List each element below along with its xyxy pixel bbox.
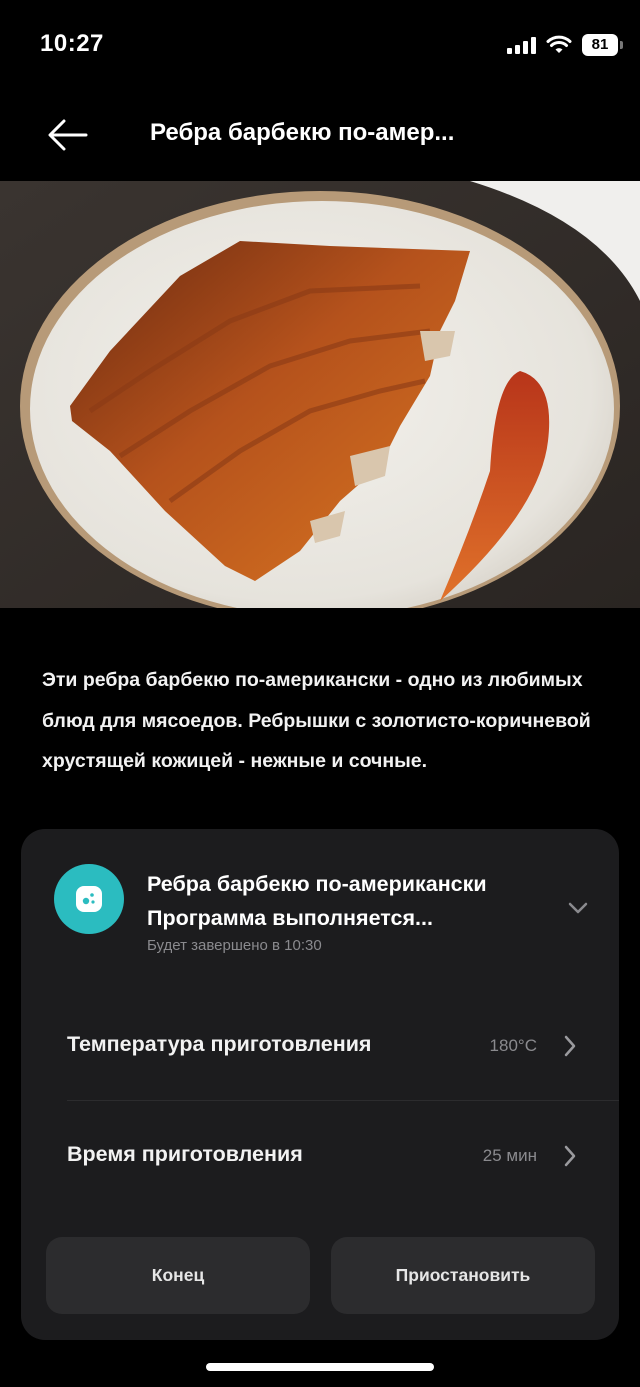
signal-icon <box>507 36 536 54</box>
setting-time[interactable]: Время приготовления 25 мин <box>21 1117 619 1197</box>
chevron-down-icon[interactable] <box>567 901 589 915</box>
program-header: Ребра барбекю по-американски Программа в… <box>147 867 487 935</box>
program-card: Ребра барбекю по-американски Программа в… <box>21 829 619 1340</box>
program-name: Ребра барбекю по-американски <box>147 872 487 896</box>
status-icons: 81 <box>507 34 623 56</box>
cooker-icon <box>54 864 124 934</box>
page-title: Ребра барбекю по-амер... <box>150 119 455 146</box>
top-nav: Ребра барбекю по-амер... <box>0 95 640 175</box>
status-bar: 10:27 81 <box>0 0 640 90</box>
recipe-description: Эти ребра барбекю по-американски - одно … <box>42 669 591 772</box>
setting-label: Время приготовления <box>67 1142 303 1166</box>
end-button[interactable]: Конец <box>46 1237 310 1314</box>
setting-temperature[interactable]: Температура приготовления 180°C <box>21 1007 619 1087</box>
program-status: Программа выполняется... <box>147 906 433 930</box>
wifi-icon <box>546 35 572 53</box>
status-time: 10:27 <box>40 30 104 57</box>
program-eta: Будет завершено в 10:30 <box>147 937 322 954</box>
setting-value: 180°C <box>489 1036 537 1055</box>
home-indicator[interactable] <box>206 1363 434 1371</box>
setting-label: Температура приготовления <box>67 1032 372 1056</box>
pause-button[interactable]: Приостановить <box>331 1237 595 1314</box>
setting-value: 25 мин <box>482 1146 537 1165</box>
battery-icon: 81 <box>582 34 623 56</box>
chevron-right-icon <box>564 1035 576 1057</box>
divider <box>67 1100 619 1101</box>
chevron-right-icon <box>564 1145 576 1167</box>
recipe-photo <box>0 181 640 608</box>
back-arrow-icon[interactable] <box>46 115 90 155</box>
